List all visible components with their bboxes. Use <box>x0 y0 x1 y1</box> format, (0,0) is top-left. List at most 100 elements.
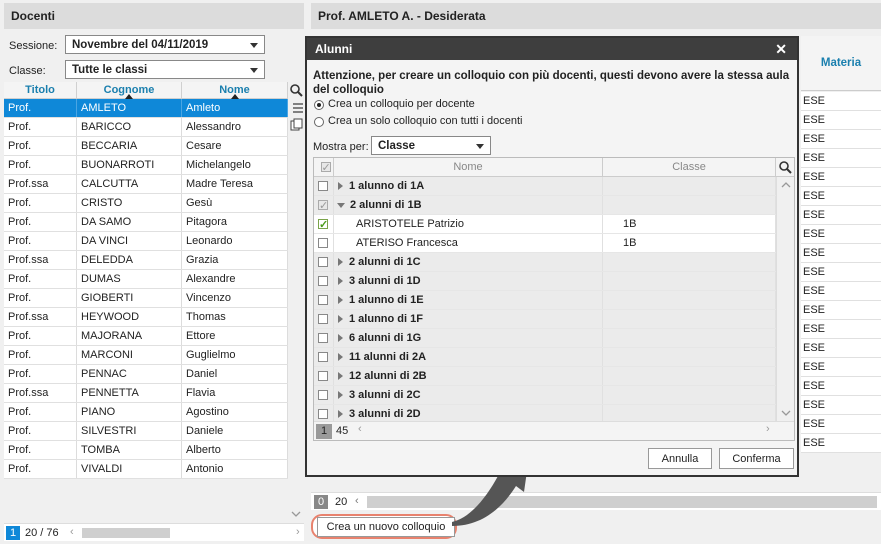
expand-icon[interactable] <box>338 391 343 400</box>
radio-tutti-docenti[interactable] <box>314 117 324 127</box>
table-row[interactable]: Prof. DUMAS Alexandre <box>4 270 288 289</box>
row-checkbox-cell[interactable] <box>314 291 334 309</box>
row-checkbox[interactable] <box>318 390 328 401</box>
row-checkbox-cell[interactable] <box>314 329 334 347</box>
table-row[interactable]: Prof. SILVESTRI Daniele <box>4 422 288 441</box>
row-checkbox[interactable] <box>318 276 328 287</box>
pager-current-page[interactable]: 1 <box>6 526 20 540</box>
scroll-up-icon[interactable] <box>781 181 791 189</box>
row-checkbox[interactable] <box>318 238 328 249</box>
student-row[interactable]: ATERISO Francesca 1B <box>314 234 794 253</box>
table-row[interactable]: Prof.ssa DELEDDA Grazia <box>4 251 288 270</box>
student-row[interactable]: ARISTOTELE Patrizio 1B <box>314 215 794 234</box>
session-select[interactable]: Novembre del 04/11/2019 <box>65 35 265 54</box>
expand-icon[interactable] <box>338 353 343 362</box>
materia-cell[interactable]: ESE <box>801 92 881 111</box>
scroll-right-icon[interactable]: › <box>766 423 770 435</box>
scroll-down-icon[interactable] <box>781 409 791 417</box>
column-header-nome[interactable]: Nome <box>182 82 288 99</box>
materia-cell[interactable]: ESE <box>801 130 881 149</box>
materia-cell[interactable]: ESE <box>801 111 881 130</box>
row-checkbox-cell[interactable] <box>314 272 334 290</box>
scroll-left-icon[interactable]: ‹ <box>70 526 74 538</box>
table-row[interactable]: Prof. BUONARROTI Michelangelo <box>4 156 288 175</box>
table-row[interactable]: Prof.ssa HEYWOOD Thomas <box>4 308 288 327</box>
materia-cell[interactable]: ESE <box>801 358 881 377</box>
expand-icon[interactable] <box>338 315 343 324</box>
class-group-row[interactable]: 2 alunni di 1C <box>314 253 794 272</box>
row-checkbox[interactable] <box>318 216 328 233</box>
table-row[interactable]: Prof.ssa CALCUTTA Madre Teresa <box>4 175 288 194</box>
class-group-row[interactable]: 1 alunno di 1F <box>314 310 794 329</box>
materia-cell[interactable]: ESE <box>801 206 881 225</box>
horizontal-scrollbar-thumb[interactable] <box>82 528 170 538</box>
radio-per-docente-label[interactable]: Crea un colloquio per docente <box>328 98 475 110</box>
row-checkbox[interactable] <box>318 352 328 363</box>
table-row[interactable]: Prof. GIOBERTI Vincenzo <box>4 289 288 308</box>
row-checkbox-cell[interactable] <box>314 310 334 328</box>
column-header-titolo[interactable]: Titolo <box>4 82 77 98</box>
search-icon[interactable] <box>778 161 792 174</box>
row-checkbox-cell[interactable] <box>314 253 334 271</box>
table-row[interactable]: Prof. VIVALDI Antonio <box>4 460 288 479</box>
table-row[interactable]: Prof. PIANO Agostino <box>4 403 288 422</box>
table-row[interactable]: Prof. DA SAMO Pitagora <box>4 213 288 232</box>
column-header-cognome[interactable]: Cognome <box>77 82 182 99</box>
class-group-row[interactable]: 1 alunno di 1E <box>314 291 794 310</box>
class-group-row[interactable]: 6 alunni di 1G <box>314 329 794 348</box>
materia-cell[interactable]: ESE <box>801 187 881 206</box>
materia-cell[interactable]: ESE <box>801 377 881 396</box>
materia-cell[interactable]: ESE <box>801 301 881 320</box>
column-header-classe[interactable]: Classe <box>603 158 776 176</box>
materia-cell[interactable]: ESE <box>801 396 881 415</box>
materia-cell[interactable]: ESE <box>801 168 881 187</box>
copy-icon[interactable] <box>290 118 303 131</box>
class-group-row[interactable]: 3 alunni di 1D <box>314 272 794 291</box>
search-cell[interactable] <box>776 158 794 176</box>
row-checkbox-cell[interactable] <box>314 196 334 214</box>
row-checkbox-cell[interactable] <box>314 348 334 366</box>
new-colloquio-button[interactable]: Crea un nuovo colloquio <box>317 517 455 537</box>
row-checkbox[interactable] <box>318 314 328 325</box>
table-row[interactable]: Prof. BECCARIA Cesare <box>4 137 288 156</box>
class-group-row[interactable]: 2 alunni di 1B <box>314 196 794 215</box>
row-checkbox[interactable] <box>318 181 328 192</box>
confirm-button[interactable]: Conferma <box>719 448 794 469</box>
expand-icon[interactable] <box>338 258 343 267</box>
materia-cell[interactable]: ESE <box>801 415 881 434</box>
column-header-nome[interactable]: Nome <box>334 158 603 176</box>
radio-per-docente[interactable] <box>314 100 324 110</box>
expand-icon[interactable] <box>338 410 343 419</box>
materia-cell[interactable]: ESE <box>801 263 881 282</box>
vertical-scrollbar[interactable] <box>776 177 794 421</box>
show-by-select[interactable]: Classe <box>371 136 491 155</box>
row-checkbox-cell[interactable] <box>314 234 334 252</box>
radio-tutti-docenti-label[interactable]: Crea un solo colloquio con tutti i docen… <box>328 115 522 127</box>
row-checkbox-cell[interactable] <box>314 215 334 233</box>
row-checkbox-cell[interactable] <box>314 367 334 385</box>
table-row[interactable]: Prof. MAJORANA Ettore <box>4 327 288 346</box>
row-checkbox[interactable] <box>318 409 328 420</box>
expand-icon[interactable] <box>338 277 343 286</box>
collapse-icon[interactable] <box>337 202 345 208</box>
select-all-checkbox-cell[interactable] <box>314 158 334 177</box>
materia-cell[interactable]: ESE <box>801 434 881 453</box>
row-checkbox[interactable] <box>318 197 328 214</box>
materia-cell[interactable]: ESE <box>801 149 881 168</box>
materia-cell[interactable]: ESE <box>801 339 881 358</box>
row-checkbox[interactable] <box>318 333 328 344</box>
row-checkbox[interactable] <box>318 257 328 268</box>
class-select[interactable]: Tutte le classi <box>65 60 265 79</box>
desiderata-pager-page[interactable]: 0 <box>314 495 328 509</box>
scroll-left-icon[interactable]: ‹ <box>358 423 362 435</box>
scroll-down-icon[interactable] <box>291 510 301 518</box>
class-group-row[interactable]: 3 alunni di 2C <box>314 386 794 405</box>
scroll-right-icon[interactable]: › <box>296 526 300 538</box>
table-row[interactable]: Prof. TOMBA Alberto <box>4 441 288 460</box>
row-checkbox-cell[interactable] <box>314 177 334 195</box>
table-row[interactable]: Prof. AMLETO Amleto <box>4 99 288 118</box>
expand-icon[interactable] <box>338 334 343 343</box>
class-group-row[interactable]: 1 alunno di 1A <box>314 177 794 196</box>
select-all-checkbox[interactable] <box>320 159 331 177</box>
expand-icon[interactable] <box>338 182 343 191</box>
